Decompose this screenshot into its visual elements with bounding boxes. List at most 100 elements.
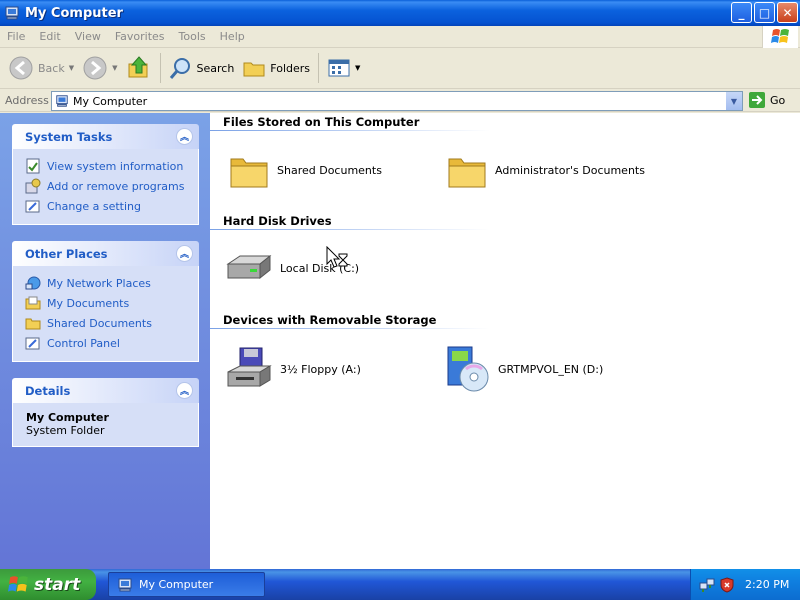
collapse-icon[interactable]: ︽ bbox=[176, 128, 193, 145]
folders-icon bbox=[243, 62, 265, 77]
panel-title: System Tasks bbox=[25, 129, 113, 144]
taskbar-button-my-computer[interactable]: My Computer bbox=[108, 572, 265, 597]
my-computer-icon bbox=[118, 578, 132, 591]
control-panel-icon bbox=[25, 337, 40, 350]
windows-flag-icon bbox=[8, 575, 28, 592]
my-computer-icon bbox=[5, 6, 19, 20]
views-button[interactable]: ▼ bbox=[323, 50, 364, 86]
place-label: Shared Documents bbox=[47, 316, 152, 330]
item-label: Shared Documents bbox=[277, 163, 382, 177]
taskbar: start My Computer 2:20 PM bbox=[0, 569, 800, 600]
folders-label: Folders bbox=[270, 61, 311, 75]
forward-button[interactable]: ▼ bbox=[78, 50, 121, 86]
up-arrow-icon bbox=[128, 56, 147, 78]
collapse-icon[interactable]: ︽ bbox=[176, 382, 193, 399]
place-my-network-places[interactable]: My Network Places bbox=[25, 273, 198, 293]
start-button[interactable]: start bbox=[0, 569, 96, 600]
back-label: Back bbox=[38, 61, 65, 75]
chevron-down-icon[interactable]: ▼ bbox=[355, 64, 360, 72]
task-add-remove-programs[interactable]: Add or remove programs bbox=[25, 176, 198, 196]
busy-cursor-icon bbox=[326, 246, 348, 268]
menu-tools[interactable]: Tools bbox=[172, 30, 213, 43]
item-floppy-a[interactable]: 3½ Floppy (A:) bbox=[226, 346, 361, 392]
folders-button[interactable]: Folders bbox=[238, 50, 314, 86]
window-title: My Computer bbox=[25, 5, 123, 21]
group-divider bbox=[210, 229, 490, 230]
up-folder-button[interactable] bbox=[122, 50, 156, 86]
group-divider bbox=[210, 130, 490, 131]
group-header-hard-disks: Hard Disk Drives bbox=[223, 214, 332, 228]
chevron-down-icon[interactable]: ▼ bbox=[112, 64, 117, 72]
toolbar-separator bbox=[318, 53, 320, 83]
details-name: My Computer bbox=[26, 411, 109, 424]
menu-favorites[interactable]: Favorites bbox=[108, 30, 172, 43]
add-remove-icon bbox=[25, 178, 41, 194]
close-button[interactable]: ✕ bbox=[777, 2, 798, 23]
start-label: start bbox=[34, 574, 81, 595]
task-change-setting[interactable]: Change a setting bbox=[25, 196, 198, 216]
item-shared-documents[interactable]: Shared Documents bbox=[229, 151, 382, 189]
place-my-documents[interactable]: My Documents bbox=[25, 293, 198, 313]
address-input[interactable]: My Computer ▼ bbox=[51, 91, 743, 111]
control-panel-icon bbox=[25, 200, 40, 213]
system-info-icon bbox=[26, 158, 40, 174]
place-shared-documents[interactable]: Shared Documents bbox=[25, 313, 198, 333]
place-control-panel[interactable]: Control Panel bbox=[25, 333, 198, 353]
go-label: Go bbox=[770, 93, 786, 107]
hard-disk-icon bbox=[226, 254, 272, 280]
toolbar: Back ▼ ▼ Search Folders ▼ bbox=[0, 48, 800, 89]
my-computer-icon bbox=[56, 95, 68, 107]
menu-edit[interactable]: Edit bbox=[32, 30, 67, 43]
menu-view[interactable]: View bbox=[68, 30, 108, 43]
back-button[interactable]: Back ▼ bbox=[4, 50, 78, 86]
network-tray-icon[interactable] bbox=[699, 577, 715, 593]
clock: 2:20 PM bbox=[745, 578, 790, 591]
panel-title: Other Places bbox=[25, 246, 108, 261]
details-header[interactable]: Details ︽ bbox=[12, 378, 199, 403]
group-header-removable: Devices with Removable Storage bbox=[223, 313, 437, 327]
details-type: System Folder bbox=[26, 424, 105, 437]
collapse-icon[interactable]: ︽ bbox=[176, 245, 193, 262]
task-label: View system information bbox=[47, 159, 184, 173]
menu-bar: File Edit View Favorites Tools Help bbox=[0, 26, 800, 48]
views-icon bbox=[328, 59, 350, 77]
cd-drive-icon bbox=[447, 346, 489, 392]
search-label: Search bbox=[196, 61, 235, 75]
task-view-system-information[interactable]: View system information bbox=[25, 156, 198, 176]
windows-flag-icon bbox=[762, 26, 798, 48]
address-dropdown-button[interactable]: ▼ bbox=[726, 92, 742, 110]
item-administrator-documents[interactable]: Administrator's Documents bbox=[447, 151, 645, 189]
folder-icon bbox=[448, 158, 486, 188]
search-icon bbox=[169, 58, 190, 79]
menu-help[interactable]: Help bbox=[213, 30, 252, 43]
other-places-panel: Other Places ︽ My Network Places My Docu… bbox=[12, 241, 199, 362]
task-pane: System Tasks ︽ View system information A… bbox=[0, 113, 210, 569]
folder-icon bbox=[25, 318, 41, 330]
forward-arrow-icon bbox=[83, 56, 107, 80]
floppy-drive-icon bbox=[227, 347, 272, 387]
system-tasks-header[interactable]: System Tasks ︽ bbox=[12, 124, 199, 149]
chevron-down-icon[interactable]: ▼ bbox=[69, 64, 74, 72]
place-label: My Network Places bbox=[47, 276, 151, 290]
item-label: Administrator's Documents bbox=[495, 163, 645, 177]
file-view: Files Stored on This Computer Shared Doc… bbox=[210, 113, 800, 569]
security-shield-icon[interactable] bbox=[719, 576, 735, 593]
maximize-button[interactable]: □ bbox=[754, 2, 775, 23]
task-label: Change a setting bbox=[47, 199, 141, 213]
task-label: Add or remove programs bbox=[47, 179, 185, 193]
details-panel: Details ︽ My Computer System Folder bbox=[12, 378, 199, 447]
system-tasks-panel: System Tasks ︽ View system information A… bbox=[12, 124, 199, 225]
back-arrow-icon bbox=[9, 56, 33, 80]
other-places-header[interactable]: Other Places ︽ bbox=[12, 241, 199, 266]
address-bar: Address My Computer ▼ Go bbox=[0, 90, 800, 112]
item-cd-drive-d[interactable]: GRTMPVOL_EN (D:) bbox=[444, 345, 603, 393]
documents-icon bbox=[25, 296, 41, 310]
panel-title: Details bbox=[25, 383, 71, 398]
menu-file[interactable]: File bbox=[0, 30, 32, 43]
title-bar[interactable]: My Computer _ □ ✕ bbox=[0, 0, 800, 26]
go-arrow-icon bbox=[749, 92, 765, 108]
address-label: Address bbox=[5, 94, 49, 107]
go-button[interactable]: Go bbox=[748, 91, 785, 109]
search-button[interactable]: Search bbox=[165, 50, 239, 86]
minimize-button[interactable]: _ bbox=[731, 2, 752, 23]
